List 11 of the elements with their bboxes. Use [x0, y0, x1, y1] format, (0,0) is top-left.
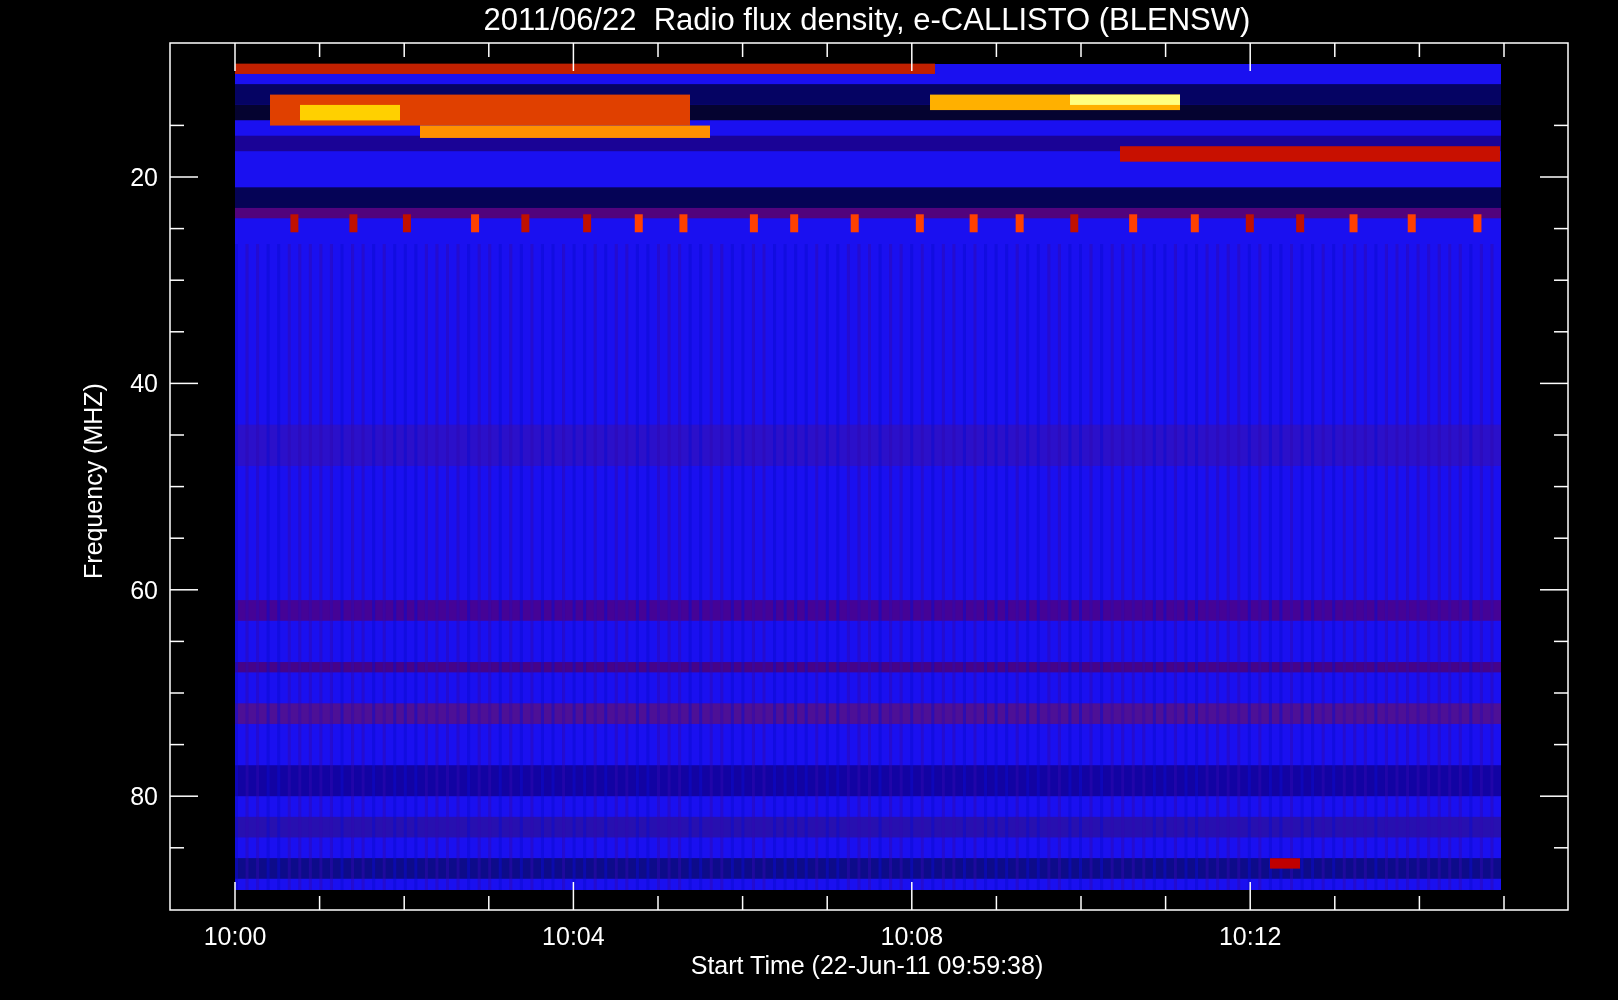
axis-tick-label: 40 — [130, 369, 158, 398]
axis-tick-label: 10:08 — [880, 922, 944, 950]
axis-tick-label: 20 — [130, 163, 158, 191]
axis-title: Frequency (MHZ) — [79, 383, 107, 579]
axis-tick-label: 10:00 — [203, 922, 267, 950]
axis-tick-label: 60 — [130, 575, 158, 604]
axis-tick-label: 80 — [130, 782, 158, 811]
axis-tick-label: 10:04 — [542, 922, 605, 950]
chart-title: 2011/06/22 Radio flux density, e-CALLISTO (BLENSW) — [483, 2, 1251, 37]
axis-tick-label: 10:12 — [1218, 922, 1282, 950]
axis-title: Start Time (22-Jun-11 09:59:38) — [690, 951, 1044, 979]
